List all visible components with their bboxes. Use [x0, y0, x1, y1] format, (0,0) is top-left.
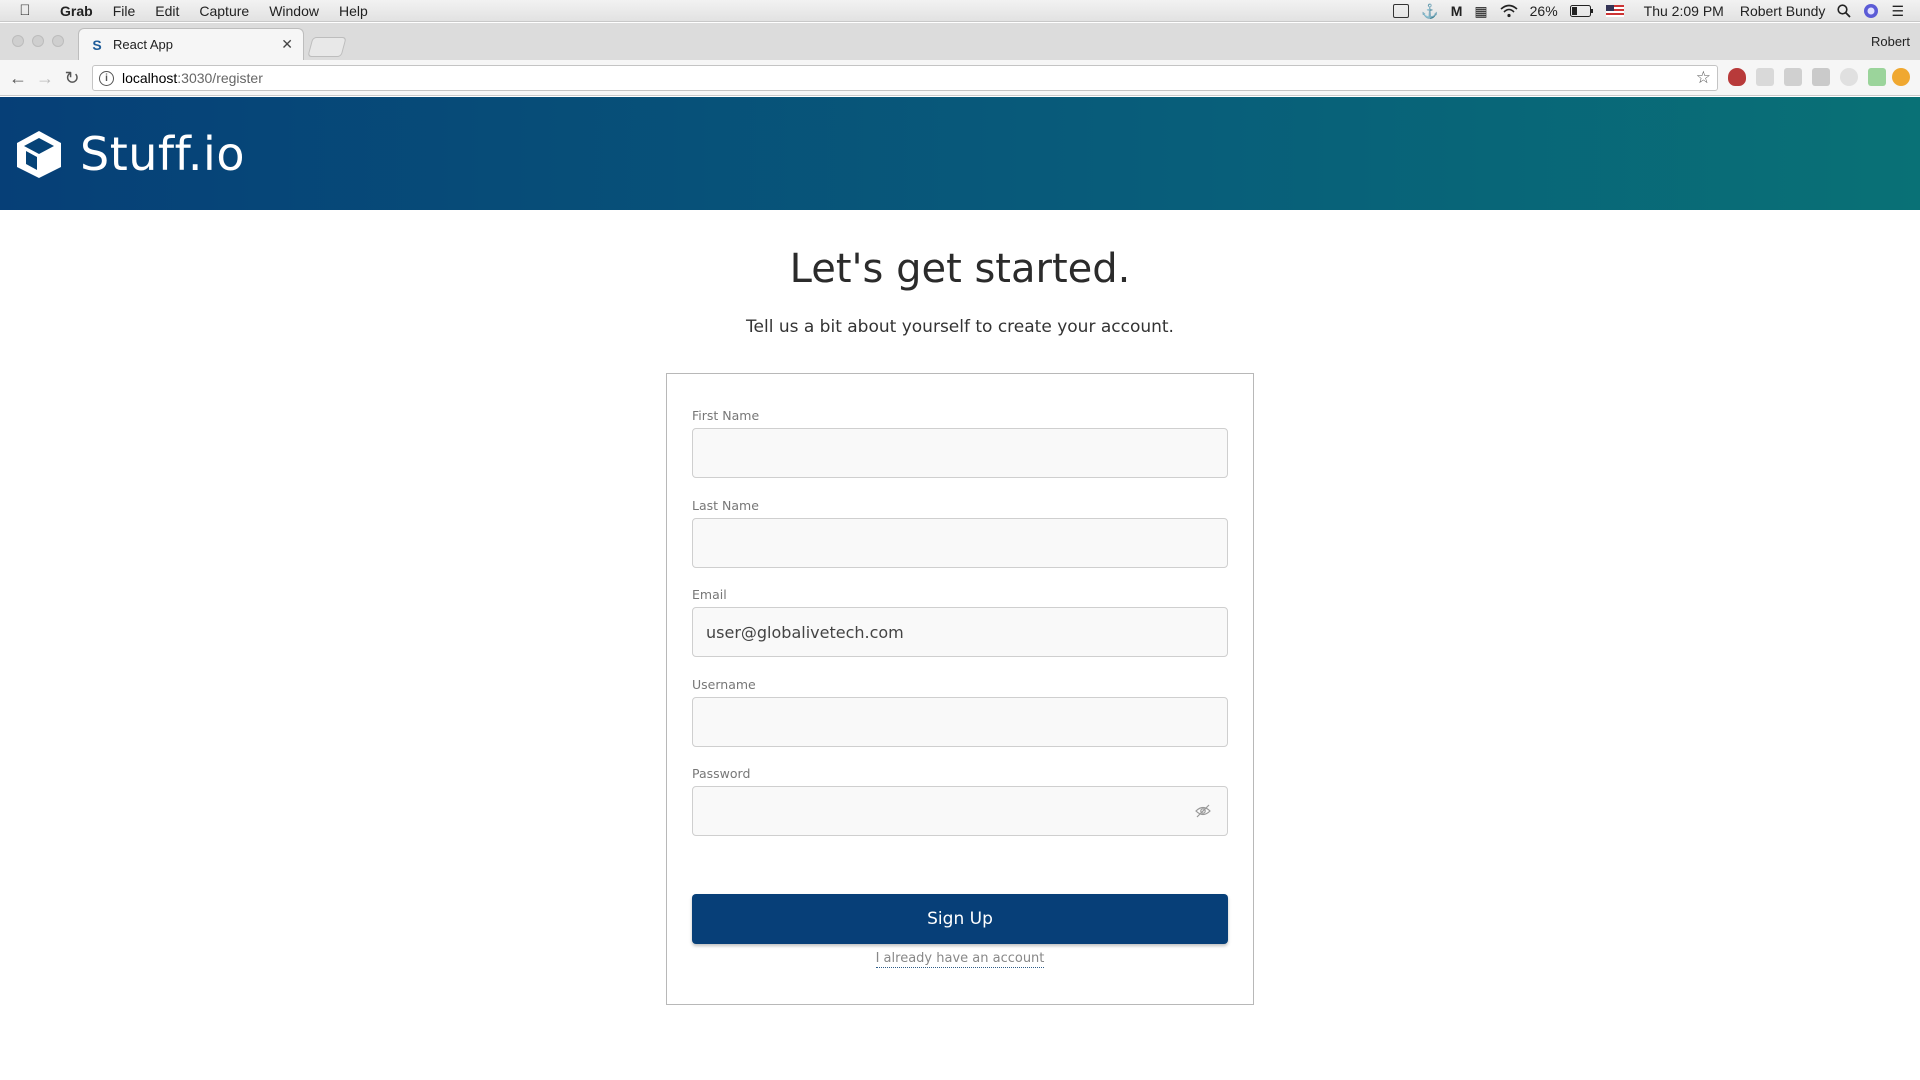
username-input[interactable] [692, 697, 1228, 747]
user-name[interactable]: Robert Bundy [1730, 3, 1832, 19]
url-path: :3030/register [177, 70, 263, 86]
menu-capture[interactable]: Capture [189, 3, 259, 19]
email-input[interactable]: user@globalivetech.com [692, 607, 1228, 657]
first-name-label: First Name [692, 408, 760, 423]
extension-icon-4[interactable] [1812, 68, 1830, 86]
browser-toolbar: ← → ↻ i localhost:3030/register ☆ [0, 60, 1920, 96]
browser-tab[interactable]: S React App ✕ [78, 28, 304, 60]
username-label: Username [692, 677, 756, 692]
register-form: First Name Last Name Email user@globaliv… [666, 373, 1254, 1005]
extension-icon-6[interactable] [1868, 68, 1886, 86]
email-group: Email user@globalivetech.com [692, 587, 1228, 657]
reload-icon[interactable]: ↻ [60, 66, 84, 90]
password-label: Password [692, 766, 751, 781]
close-tab-icon[interactable]: ✕ [281, 36, 293, 53]
tab-title: React App [113, 37, 173, 52]
m-app-icon[interactable]: M [1445, 3, 1469, 19]
last-name-label: Last Name [692, 498, 759, 513]
back-icon[interactable]: ← [6, 66, 30, 90]
star-icon[interactable]: ☆ [1696, 68, 1711, 88]
menu-file[interactable]: File [103, 3, 146, 19]
minimize-window-button[interactable] [32, 35, 44, 47]
password-group: Password [692, 766, 1228, 836]
search-icon[interactable] [1831, 4, 1857, 18]
react-favicon-icon: S [92, 36, 102, 53]
window-controls [12, 35, 64, 47]
menu-app-name[interactable]: Grab [50, 3, 103, 19]
login-link-container: I already have an account [667, 951, 1253, 968]
page-title: Let's get started. [789, 246, 1131, 292]
sign-up-button[interactable]: Sign Up [692, 894, 1228, 944]
new-tab-button[interactable] [307, 37, 347, 57]
email-label: Email [692, 587, 727, 602]
wifi-icon[interactable] [1494, 4, 1524, 18]
docker-icon[interactable]: ⚓ [1415, 3, 1444, 20]
battery-percent[interactable]: 26% [1524, 3, 1564, 19]
eye-off-icon[interactable] [1195, 804, 1211, 818]
flag-icon[interactable] [1600, 5, 1630, 17]
password-input[interactable] [692, 786, 1228, 836]
grid-app-icon[interactable]: ▦ [1468, 3, 1493, 20]
extension-icon-7[interactable] [1892, 68, 1910, 86]
register-page: Let's get started. Tell us a bit about y… [0, 210, 1920, 1080]
brand-name[interactable]: Stuff.io [80, 127, 245, 181]
address-bar[interactable]: i localhost:3030/register ☆ [92, 65, 1718, 91]
first-name-group: First Name [692, 408, 1228, 478]
clock[interactable]: Thu 2:09 PM [1630, 3, 1730, 19]
username-group: Username [692, 677, 1228, 747]
menu-edit[interactable]: Edit [145, 3, 189, 19]
first-name-input[interactable] [692, 428, 1228, 478]
profile-name[interactable]: Robert [1871, 34, 1910, 49]
menu-window[interactable]: Window [259, 3, 329, 19]
last-name-input[interactable] [692, 518, 1228, 568]
already-have-account-link[interactable]: I already have an account [875, 951, 1045, 968]
notification-center-icon[interactable]: ☰ [1885, 3, 1910, 20]
app-header: Stuff.io [0, 97, 1920, 210]
os-menu-bar:  Grab File Edit Capture Window Help ⚓ M… [0, 0, 1920, 22]
ublock-extension-icon[interactable] [1728, 68, 1746, 86]
url-host: localhost [122, 70, 178, 86]
forward-icon[interactable]: → [33, 66, 57, 90]
zoom-window-button[interactable] [52, 35, 64, 47]
browser-tabstrip: S React App ✕ Robert [0, 23, 1920, 60]
extension-icon-3[interactable] [1784, 68, 1802, 86]
apple-icon[interactable]:  [0, 2, 50, 19]
info-icon[interactable]: i [99, 70, 114, 86]
siri-icon[interactable] [1857, 3, 1885, 19]
status-app-icon[interactable] [1387, 4, 1415, 18]
cube-logo-icon[interactable] [14, 129, 64, 179]
close-window-button[interactable] [12, 35, 24, 47]
last-name-group: Last Name [692, 498, 1228, 568]
extension-icon-2[interactable] [1756, 68, 1774, 86]
page-subtitle: Tell us a bit about yourself to create y… [746, 317, 1174, 337]
menu-help[interactable]: Help [329, 3, 378, 19]
extension-icon-5[interactable] [1840, 68, 1858, 86]
battery-icon[interactable] [1564, 5, 1600, 17]
